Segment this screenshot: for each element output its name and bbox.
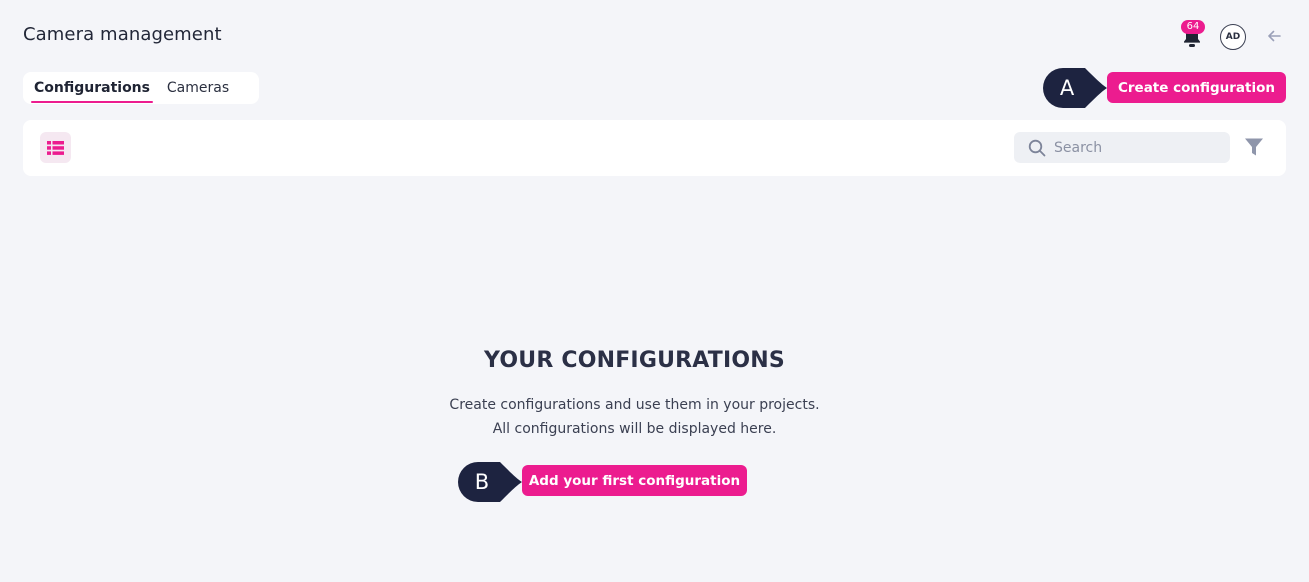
tab-bar: Configurations Cameras (23, 72, 259, 104)
toolbar (23, 120, 1286, 176)
tab-cameras[interactable]: Cameras (153, 72, 243, 104)
search-box (1014, 132, 1230, 163)
arrow-left-icon[interactable] (1266, 28, 1282, 44)
search-icon (1028, 139, 1046, 157)
camera-management-page: Camera management 64 AD Configurations C… (0, 0, 1309, 582)
page-title: Camera management (23, 24, 222, 45)
list-view-icon (47, 140, 64, 155)
avatar[interactable]: AD (1220, 24, 1246, 50)
callout-label-a: A (1059, 76, 1075, 100)
callout-label-b: B (474, 470, 490, 494)
search-input[interactable] (1054, 132, 1224, 163)
notification-badge: 64 (1181, 20, 1205, 34)
empty-state-title: YOUR CONFIGURATIONS (484, 348, 785, 373)
add-first-configuration-button[interactable]: Add your first configuration (522, 465, 747, 496)
empty-state-description-1: Create configurations and use them in yo… (449, 397, 820, 413)
notifications-button[interactable]: 64 (1179, 20, 1205, 48)
filter-icon[interactable] (1244, 137, 1264, 157)
list-view-toggle[interactable] (40, 132, 71, 163)
empty-state-description-2: All configurations will be displayed her… (492, 421, 777, 437)
create-configuration-button[interactable]: Create configuration (1107, 72, 1286, 103)
tab-configurations[interactable]: Configurations (31, 72, 153, 104)
